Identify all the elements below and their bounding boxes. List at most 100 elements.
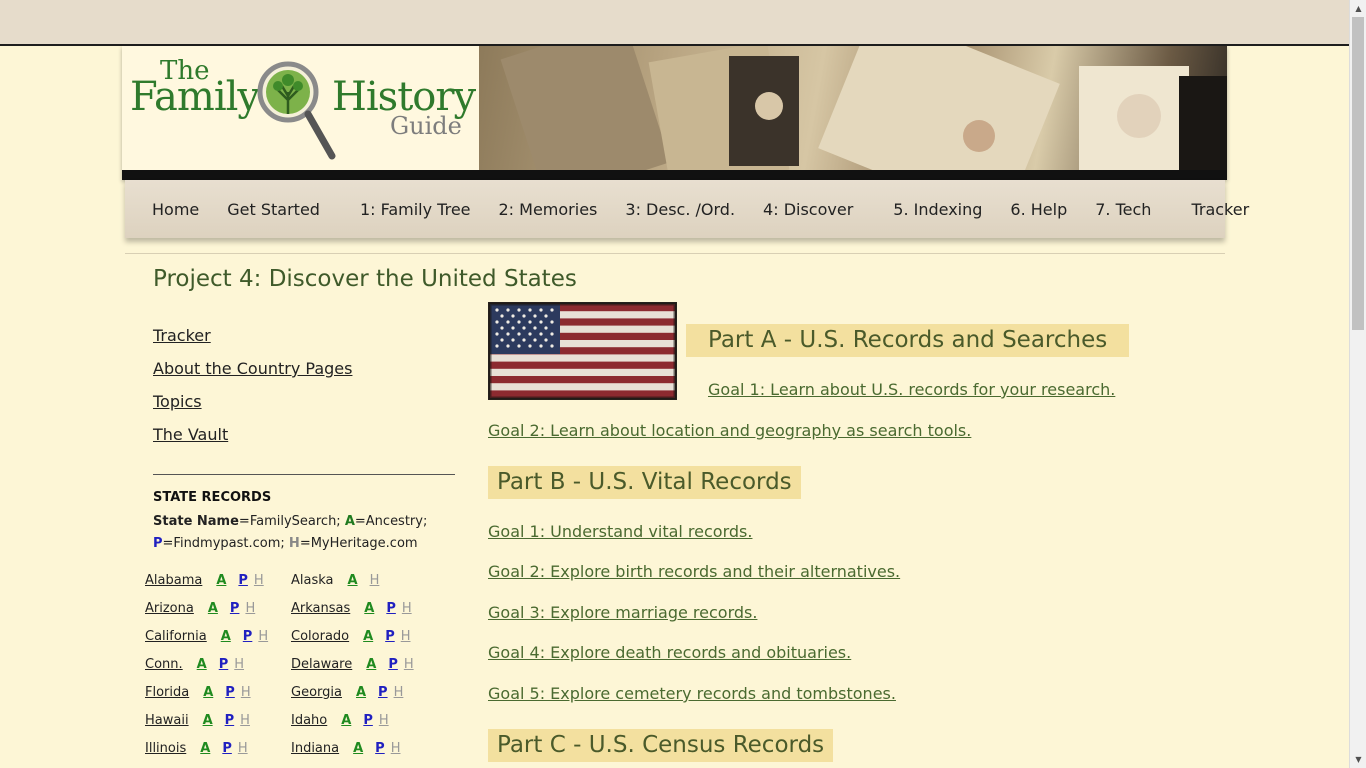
findmypast-link[interactable]: P [225,713,235,728]
findmypast-link[interactable]: P [378,685,388,700]
myheritage-link[interactable]: H [240,713,250,728]
main-navigation: Home Get Started 1: Family Tree 2: Memor… [125,180,1249,238]
state-row: California A P H [145,629,268,649]
state-link[interactable]: Hawaii [145,713,189,728]
scroll-down-arrow-icon[interactable]: ▼ [1350,751,1366,768]
findmypast-link[interactable]: P [375,741,385,756]
site-logo[interactable]: The Family History Guide [122,46,479,170]
state-link[interactable]: Conn. [145,657,183,672]
part-a-goal-2-link[interactable]: Goal 2: Learn about location and geograp… [488,421,971,440]
myheritage-link[interactable]: H [391,741,401,756]
myheritage-link[interactable]: H [254,573,264,588]
browser-top-bar [0,0,1349,46]
findmypast-link[interactable]: P [363,713,373,728]
site-header: The Family History Guide [122,46,1227,180]
legend-a: A [344,514,355,529]
sidebar-link-about-country-pages[interactable]: About the Country Pages [153,359,352,378]
myheritage-link[interactable]: H [401,629,411,644]
state-link[interactable]: Arkansas [291,601,350,616]
part-b-goal-5-link[interactable]: Goal 5: Explore cemetery records and tom… [488,684,896,703]
ancestry-link[interactable]: A [216,573,226,588]
legend-myheritage: =MyHeritage.com [299,536,418,551]
myheritage-link[interactable]: H [402,601,412,616]
findmypast-link[interactable]: P [386,601,396,616]
state-link[interactable]: Alaska [291,573,334,588]
nav-get-started[interactable]: Get Started [213,200,334,219]
ancestry-link[interactable]: A [197,657,207,672]
header-dark-band [122,170,1227,180]
state-row: Alaska A H [291,573,379,593]
findmypast-link[interactable]: P [388,657,398,672]
page-scrollbar[interactable]: ▲ ▼ [1349,0,1366,768]
part-a-goal-1-link[interactable]: Goal 1: Learn about U.S. records for you… [708,380,1115,399]
legend-ancestry: =Ancestry; [354,514,428,529]
nav-tracker[interactable]: Tracker [1177,200,1263,219]
findmypast-link[interactable]: P [219,657,229,672]
nav-memories[interactable]: 2: Memories [485,200,612,219]
myheritage-link[interactable]: H [370,573,380,588]
part-b-goal-2-link[interactable]: Goal 2: Explore birth records and their … [488,562,900,581]
myheritage-link[interactable]: H [404,657,414,672]
myheritage-link[interactable]: H [234,657,244,672]
nav-indexing[interactable]: 5. Indexing [879,200,996,219]
myheritage-link[interactable]: H [238,741,248,756]
legend-state-name: State Name [153,514,239,529]
state-link[interactable]: Colorado [291,629,349,644]
state-link[interactable]: Indiana [291,741,339,756]
legend-findmypast: =Findmypast.com; [162,536,289,551]
findmypast-link[interactable]: P [238,573,248,588]
findmypast-link[interactable]: P [243,629,253,644]
part-b-goal-3-link[interactable]: Goal 3: Explore marriage records. [488,603,757,622]
myheritage-link[interactable]: H [394,685,404,700]
myheritage-link[interactable]: H [258,629,268,644]
state-link[interactable]: Arizona [145,601,194,616]
sidebar-link-the-vault[interactable]: The Vault [153,425,228,444]
part-a-heading: Part A - U.S. Records and Searches [686,324,1130,357]
nav-home[interactable]: Home [138,200,213,219]
state-link[interactable]: Georgia [291,685,342,700]
sidebar-divider [153,474,455,475]
state-link[interactable]: Idaho [291,713,327,728]
nav-family-tree[interactable]: 1: Family Tree [346,200,485,219]
sidebar-link-topics[interactable]: Topics [153,392,202,411]
state-row: Idaho A P H [291,713,389,733]
nav-help[interactable]: 6. Help [996,200,1081,219]
ancestry-link[interactable]: A [221,629,231,644]
state-link[interactable]: Florida [145,685,189,700]
ancestry-link[interactable]: A [356,685,366,700]
scroll-up-arrow-icon[interactable]: ▲ [1350,0,1366,17]
ancestry-link[interactable]: A [200,741,210,756]
findmypast-link[interactable]: P [222,741,232,756]
ancestry-link[interactable]: A [341,713,351,728]
nav-desc-ord[interactable]: 3: Desc. /Ord. [611,200,749,219]
state-link[interactable]: Delaware [291,657,352,672]
ancestry-link[interactable]: A [363,629,373,644]
ancestry-link[interactable]: A [364,601,374,616]
state-link[interactable]: California [145,629,207,644]
state-row: Georgia A P H [291,685,403,705]
ancestry-link[interactable]: A [203,713,213,728]
us-flag-image [488,302,677,400]
myheritage-link[interactable]: H [241,685,251,700]
part-b-goal-4-link[interactable]: Goal 4: Explore death records and obitua… [488,643,851,662]
findmypast-link[interactable]: P [385,629,395,644]
myheritage-link[interactable]: H [245,601,255,616]
findmypast-link[interactable]: P [225,685,235,700]
state-link[interactable]: Illinois [145,741,186,756]
ancestry-link[interactable]: A [208,601,218,616]
legend-p: P [153,536,163,551]
part-c-heading: Part C - U.S. Census Records [488,729,834,762]
ancestry-link[interactable]: A [348,573,358,588]
sidebar-link-tracker[interactable]: Tracker [153,326,211,345]
ancestry-link[interactable]: A [366,657,376,672]
nav-tech[interactable]: 7. Tech [1081,200,1165,219]
ancestry-link[interactable]: A [353,741,363,756]
nav-discover[interactable]: 4: Discover [749,200,867,219]
part-b-goal-1-link[interactable]: Goal 1: Understand vital records. [488,522,752,541]
state-link[interactable]: Alabama [145,573,202,588]
ancestry-link[interactable]: A [203,685,213,700]
findmypast-link[interactable]: P [230,601,240,616]
scrollbar-thumb[interactable] [1352,17,1364,330]
state-row: Illinois A P H [145,741,248,761]
myheritage-link[interactable]: H [379,713,389,728]
